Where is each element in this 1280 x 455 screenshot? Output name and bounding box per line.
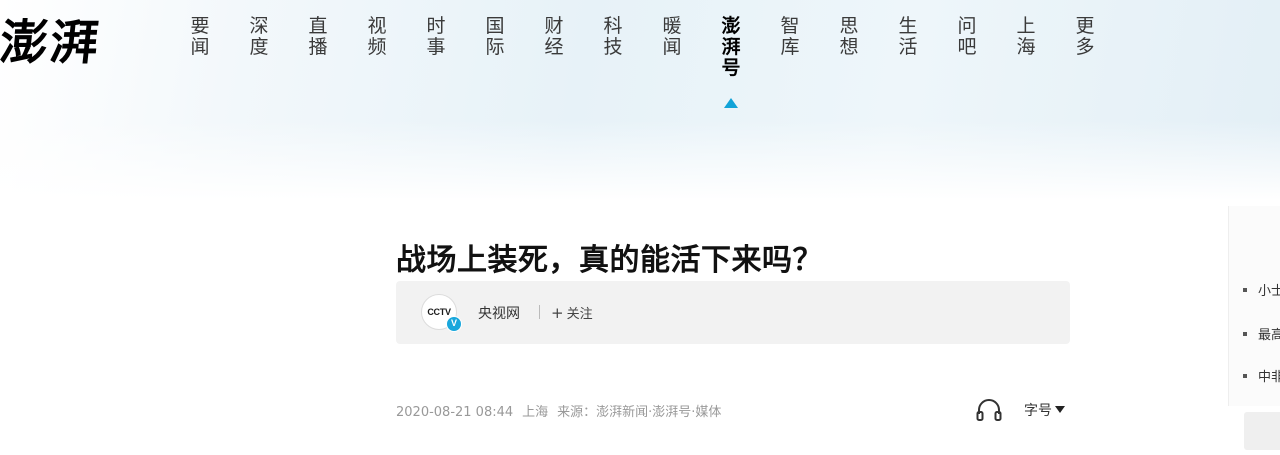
article-source: 来源：澎湃新闻·澎湃号·媒体 xyxy=(557,405,722,420)
plus-icon: + xyxy=(551,304,564,322)
nav-item[interactable]: 更多 xyxy=(1067,16,1103,58)
nav-item[interactable]: 时事 xyxy=(418,16,454,58)
nav-item-label: 澎湃号 xyxy=(721,15,741,79)
nav-item-label: 深度 xyxy=(249,15,269,58)
nav-item-label: 要闻 xyxy=(190,15,210,58)
nav-item[interactable]: 财经 xyxy=(536,16,572,58)
sidebar-item-label: 最高 xyxy=(1258,328,1280,343)
sidebar-item[interactable]: 中非 xyxy=(1243,366,1280,385)
sidebar-item[interactable]: 小士 xyxy=(1243,280,1280,299)
sidebar-more-box[interactable] xyxy=(1244,412,1280,450)
publish-datetime: 2020-08-21 08:44 xyxy=(396,405,514,420)
nav-item-label: 智库 xyxy=(780,15,800,58)
nav-item[interactable]: 思想 xyxy=(831,16,867,58)
nav-item[interactable]: 生活 xyxy=(890,16,926,58)
nav-item-label: 生活 xyxy=(898,15,918,58)
publish-location: 上海 xyxy=(522,405,549,420)
nav-item-label: 问吧 xyxy=(957,15,977,58)
bullet-icon xyxy=(1243,288,1247,292)
verified-badge: V xyxy=(446,316,462,332)
article-title: 战场上装死，真的能活下来吗？ xyxy=(396,243,823,279)
nav-item[interactable]: 国际 xyxy=(477,16,513,58)
nav-item[interactable]: 视频 xyxy=(359,16,395,58)
active-indicator-icon xyxy=(724,98,738,108)
headphone-icon[interactable] xyxy=(976,398,1002,422)
sidebar-item[interactable]: 最高 xyxy=(1243,324,1280,343)
nav-item-label: 上海 xyxy=(1016,15,1036,58)
caret-down-icon xyxy=(1055,406,1065,413)
nav-item[interactable]: 问吧 xyxy=(949,16,985,58)
nav-item[interactable]: 澎湃号 xyxy=(713,16,749,79)
nav-item-label: 暖闻 xyxy=(662,15,682,58)
nav-item[interactable]: 要闻 xyxy=(182,16,218,58)
follow-button[interactable]: + 关注 xyxy=(551,303,593,322)
font-size-button[interactable]: 字号 xyxy=(1024,400,1065,420)
nav-item[interactable]: 科技 xyxy=(595,16,631,58)
nav-item-label: 财经 xyxy=(544,15,564,58)
author-card: CCTV V 央视网 + 关注 xyxy=(396,281,1070,344)
nav-item[interactable]: 深度 xyxy=(241,16,277,58)
header-background-fade xyxy=(0,120,1280,200)
follow-label: 关注 xyxy=(566,307,593,322)
nav-item-label: 更多 xyxy=(1075,15,1095,58)
nav-item[interactable]: 智库 xyxy=(772,16,808,58)
bullet-icon xyxy=(1243,332,1247,336)
sidebar-list: 小士 最高 中非 xyxy=(1230,260,1280,400)
nav-item-label: 国际 xyxy=(485,15,505,58)
font-size-label: 字号 xyxy=(1024,403,1052,419)
bullet-icon xyxy=(1243,374,1247,378)
site-logo[interactable]: 澎湃 xyxy=(0,10,115,76)
author-name[interactable]: 央视网 xyxy=(478,303,520,323)
sidebar-item-label: 中非 xyxy=(1258,370,1280,385)
nav-item[interactable]: 直播 xyxy=(300,16,336,58)
divider xyxy=(539,305,540,319)
nav-item[interactable]: 暖闻 xyxy=(654,16,690,58)
article-meta: 2020-08-21 08:44 上海 来源：澎湃新闻·澎湃号·媒体 xyxy=(396,401,730,420)
nav-item-label: 思想 xyxy=(839,15,859,58)
nav-item-label: 时事 xyxy=(426,15,446,58)
nav-item-label: 科技 xyxy=(603,15,623,58)
nav-item-label: 直播 xyxy=(308,15,328,58)
nav-item-label: 视频 xyxy=(367,15,387,58)
sidebar-item-label: 小士 xyxy=(1258,284,1280,299)
nav-item[interactable]: 上海 xyxy=(1008,16,1044,58)
